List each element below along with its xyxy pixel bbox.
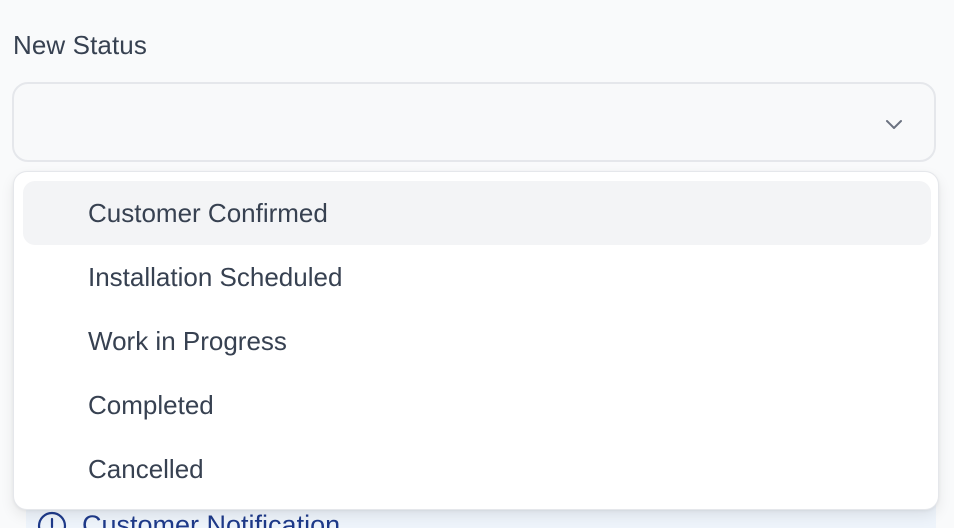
option-label: Work in Progress <box>88 326 287 356</box>
option-label: Installation Scheduled <box>88 262 343 292</box>
option-cancelled[interactable]: Cancelled <box>23 437 931 501</box>
status-update-form: New Status Customer Notification Custome… <box>0 0 954 528</box>
option-completed[interactable]: Completed <box>23 373 931 437</box>
option-label: Cancelled <box>88 454 204 484</box>
info-icon <box>37 511 67 528</box>
new-status-select[interactable] <box>12 82 936 162</box>
option-installation-scheduled[interactable]: Installation Scheduled <box>23 245 931 309</box>
option-customer-confirmed[interactable]: Customer Confirmed <box>23 181 931 245</box>
status-options-dropdown: Customer Confirmed Installation Schedule… <box>13 171 939 510</box>
option-label: Customer Confirmed <box>88 198 328 228</box>
chevron-down-icon[interactable] <box>882 112 906 136</box>
new-status-label: New Status <box>13 30 147 60</box>
option-label: Completed <box>88 390 214 420</box>
customer-notification-title: Customer Notification <box>82 510 341 528</box>
option-work-in-progress[interactable]: Work in Progress <box>23 309 931 373</box>
